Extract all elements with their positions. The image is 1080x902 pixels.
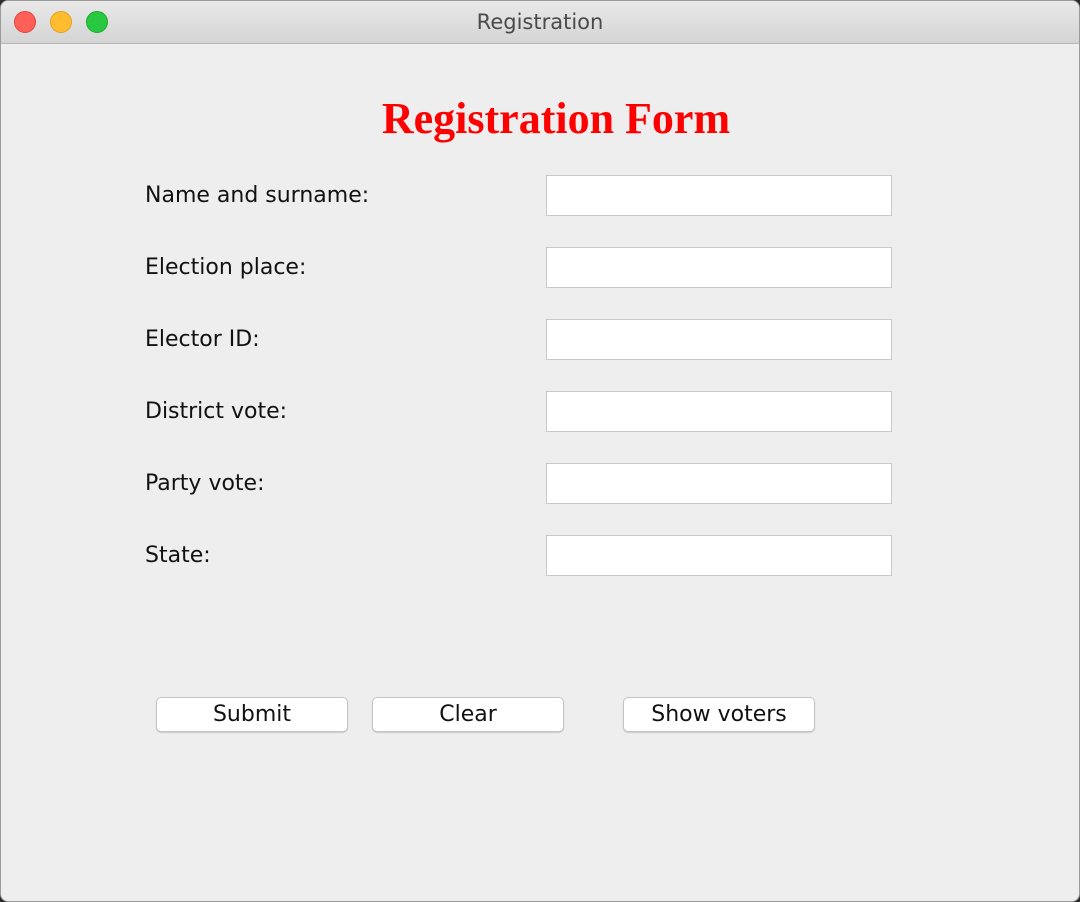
clear-button[interactable]: Clear [372, 697, 564, 732]
elector-id-input[interactable] [546, 319, 892, 360]
state-input[interactable] [546, 535, 892, 576]
name-surname-label: Name and surname: [145, 183, 370, 208]
minimize-window-button[interactable] [50, 11, 72, 33]
election-place-label: Election place: [145, 255, 307, 280]
election-place-input[interactable] [546, 247, 892, 288]
title-bar[interactable]: Registration [1, 1, 1079, 44]
window-title: Registration [476, 10, 604, 34]
party-vote-input[interactable] [546, 463, 892, 504]
state-label: State: [145, 543, 211, 568]
district-vote-label: District vote: [145, 399, 288, 424]
close-window-button[interactable] [14, 11, 36, 33]
registration-window: Registration Registration Form Name and … [0, 0, 1080, 902]
district-vote-input[interactable] [546, 391, 892, 432]
elector-id-label: Elector ID: [145, 327, 260, 352]
show-voters-button[interactable]: Show voters [623, 697, 815, 732]
party-vote-label: Party vote: [145, 471, 265, 496]
name-surname-input[interactable] [546, 175, 892, 216]
form-heading: Registration Form [381, 94, 731, 143]
zoom-window-button[interactable] [86, 11, 108, 33]
submit-button[interactable]: Submit [156, 697, 348, 732]
